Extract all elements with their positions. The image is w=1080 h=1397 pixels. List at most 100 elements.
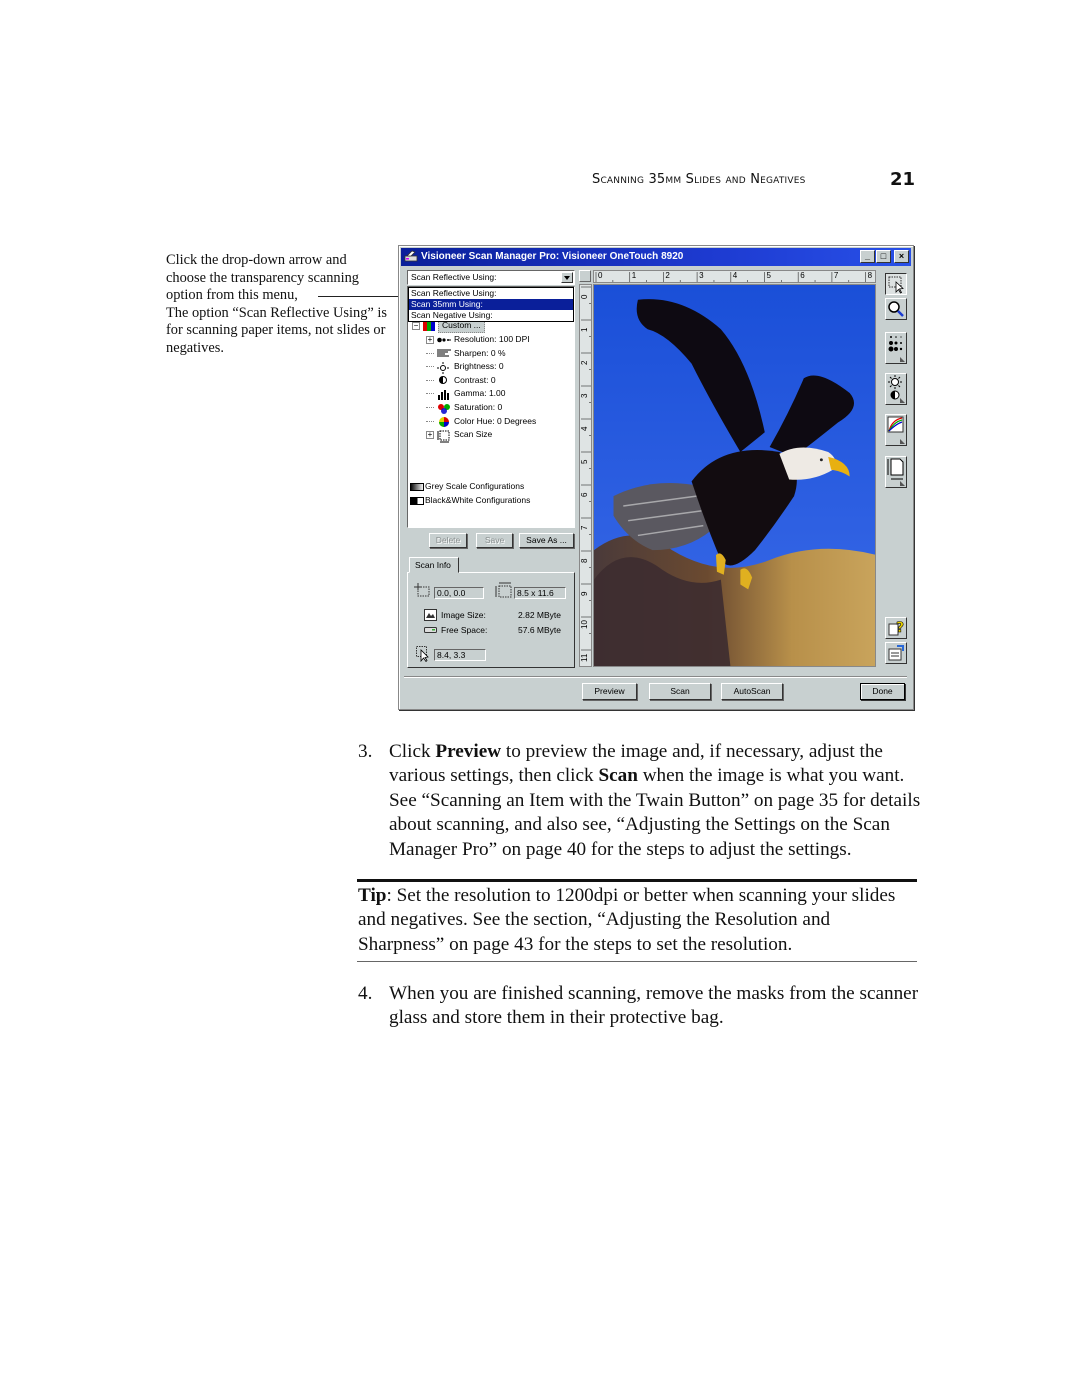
flyout-arrow-icon [900, 439, 905, 444]
running-header: Scanning 35mm Slides and Negatives 21 [592, 169, 918, 190]
save-as-button[interactable]: Save As ... [519, 533, 574, 548]
configuration-tree[interactable]: − Custom ... + Resolution: 100 DPI Sharpen… [407, 286, 575, 528]
expand-icon[interactable]: + [426, 335, 434, 344]
color-hue-icon [437, 416, 451, 428]
tree-item-setting[interactable]: Gamma: 1.00 [426, 387, 506, 400]
tip-top-rule [357, 879, 917, 882]
ruler-tick-label: 8 [580, 558, 589, 563]
tab-scan-info[interactable]: Scan Info [409, 557, 459, 573]
horizontal-ruler: 0 1 2 3 4 5 6 7 8 [593, 270, 876, 283]
scan-size-icon [437, 430, 451, 443]
scan-size-tool[interactable] [885, 456, 907, 488]
tip-bottom-rule [357, 961, 917, 962]
scan-manager-window: Visioneer Scan Manager Pro: Visioneer On… [398, 245, 914, 710]
step-text: Click Preview to preview the image and, … [389, 740, 929, 862]
ui-term: Scan [598, 765, 638, 787]
dropdown-arrow-icon[interactable] [561, 272, 573, 283]
setting-label: Resolution: 100 DPI [454, 334, 530, 344]
preview-button[interactable]: Preview [582, 683, 637, 700]
done-button[interactable]: Done [860, 683, 905, 700]
ruler-tick-label: 0 [598, 271, 603, 280]
tree-item-setting[interactable]: Contrast: 0 [426, 374, 496, 387]
collapse-icon[interactable]: − [412, 321, 420, 330]
option-scan-negative[interactable]: Scan Negative Using: [409, 310, 573, 321]
tree-item-greyscale[interactable]: Grey Scale Configurations [410, 480, 524, 493]
scan-mode-dropdown[interactable]: Scan Reflective Using: [407, 270, 575, 285]
tip-box: Tip: Set the resolution to 1200dpi or be… [358, 884, 918, 957]
flyout-arrow-icon [900, 357, 905, 362]
ui-term: Preview [435, 741, 502, 762]
setting-label: Gamma: 1.00 [454, 388, 506, 399]
tip-text: : Set the resolution to 1200dpi or bette… [358, 885, 896, 955]
greyscale-icon [410, 482, 424, 492]
dimension-icon [495, 582, 512, 598]
caption-note: The option “Scan Reflective Using” is fo… [166, 304, 387, 356]
ruler-tick-label: 7 [833, 271, 839, 280]
tree-connector [426, 379, 434, 381]
tree-item-setting[interactable]: + Scan Size [426, 428, 492, 443]
section-title: Scanning 35mm Slides and Negatives [592, 172, 806, 187]
title-bar[interactable]: Visioneer Scan Manager Pro: Visioneer On… [401, 248, 911, 266]
tree-item-black-white[interactable]: Black&White Configurations [410, 494, 530, 507]
minimize-button[interactable]: _ [860, 250, 875, 263]
window-title: Visioneer Scan Manager Pro: Visioneer On… [421, 251, 684, 262]
close-button[interactable]: × [894, 250, 909, 263]
help-tool[interactable]: ? [885, 617, 907, 639]
resolution-icon [437, 335, 451, 345]
step-text-run: Click [389, 741, 436, 762]
sharpen-icon [437, 348, 451, 358]
ruler-tick-label: 2 [665, 271, 670, 280]
settings-tool[interactable] [885, 642, 907, 664]
contrast-icon [437, 375, 451, 385]
origin-icon [414, 583, 430, 597]
ruler-tick-label: 9 [580, 591, 589, 596]
zoom-tool[interactable] [885, 298, 907, 320]
tree-item-setting[interactable]: Brightness: 0 [426, 360, 504, 374]
ruler-tick-label: 1 [580, 327, 589, 332]
tree-connector [426, 366, 434, 368]
scan-info-panel: 0.0, 0.0 8.5 x 11.6 Image Size: 2.82 MBy… [407, 572, 575, 668]
tree-item-setting[interactable]: Color Hue: 0 Degrees [426, 415, 536, 428]
free-space-value: 57.6 MByte [518, 625, 561, 635]
delete-button[interactable]: Delete [429, 533, 467, 548]
scan-button[interactable]: Scan [649, 683, 711, 700]
expand-icon[interactable]: + [426, 430, 434, 439]
scan-mode-menu: Scan Reflective Using: Scan 35mm Using: … [408, 287, 574, 322]
size-field: 8.5 x 11.6 [514, 587, 566, 599]
setting-label: Color Hue: 0 Degrees [454, 415, 537, 426]
eagle-preview-image [594, 285, 875, 666]
tree-item-setting[interactable]: Sharpen: 0 % [426, 347, 506, 360]
save-button[interactable]: Save [476, 533, 513, 548]
tree-item-setting[interactable]: + Resolution: 100 DPI [426, 333, 530, 346]
marquee-icon [888, 276, 904, 294]
color-mode-icon [423, 321, 435, 331]
black-white-icon [410, 496, 424, 506]
setting-label: Brightness: 0 [454, 361, 504, 372]
halftone-tool[interactable] [885, 332, 907, 364]
color-curve-tool[interactable] [885, 414, 907, 446]
ruler-unit-toggle[interactable] [579, 270, 591, 282]
page-number: 21 [889, 169, 915, 190]
brightness-contrast-tool[interactable] [885, 373, 907, 405]
setting-label: Contrast: 0 [454, 374, 496, 385]
option-scan-reflective[interactable]: Scan Reflective Using: [409, 288, 573, 299]
saturation-icon [437, 403, 451, 414]
autoscan-button[interactable]: AutoScan [721, 683, 783, 700]
ruler-tick-label: 3 [580, 393, 589, 398]
option-scan-35mm[interactable]: Scan 35mm Using: [409, 299, 573, 310]
ruler-tick-label: 1 [631, 271, 637, 280]
caption-leader-line [318, 296, 406, 297]
select-area-tool[interactable] [885, 273, 907, 295]
flyout-arrow-icon [900, 481, 905, 486]
preview-area[interactable] [593, 284, 876, 667]
maximize-button[interactable]: □ [876, 250, 891, 263]
ruler-tick-label: 6 [580, 492, 589, 497]
tip-label: Tip [358, 885, 387, 906]
ruler-tick-label: 7 [580, 525, 589, 530]
tree-connector [426, 352, 434, 354]
ruler-tick-label: 2 [580, 360, 589, 365]
settings-icon [888, 645, 904, 661]
flyout-arrow-icon [900, 398, 905, 403]
step-text: When you are finished scanning, remove t… [389, 982, 929, 1031]
tree-item-setting[interactable]: Saturation: 0 [426, 401, 502, 414]
